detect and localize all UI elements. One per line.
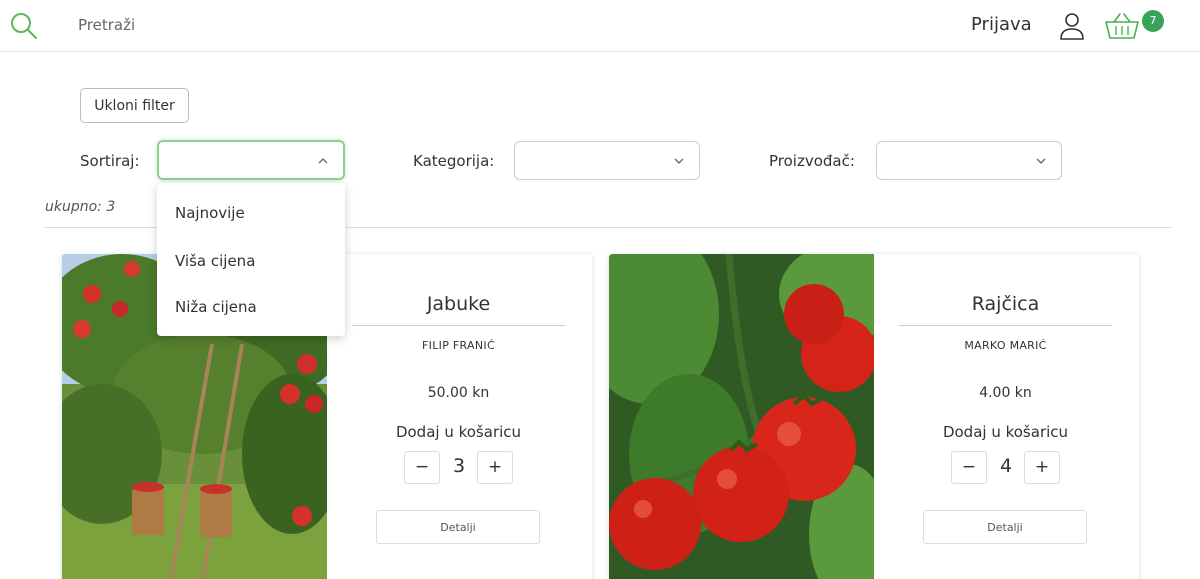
chevron-up-icon	[318, 158, 328, 164]
sort-label: Sortiraj:	[80, 152, 140, 170]
sort-select[interactable]	[157, 140, 345, 180]
product-title: Jabuke	[426, 293, 491, 315]
top-bar: Pretraži Prijava 7	[0, 0, 1200, 52]
sort-option-newest[interactable]: Najnovije	[175, 204, 245, 222]
quantity-value: 4	[999, 455, 1013, 477]
producer-select[interactable]	[876, 141, 1062, 180]
add-to-cart-label: Dodaj u košaricu	[395, 423, 522, 441]
category-select[interactable]	[514, 141, 700, 180]
quantity-decrease-button[interactable]: −	[404, 451, 440, 484]
clear-filter-button[interactable]: Ukloni filter	[80, 88, 189, 123]
title-divider	[899, 325, 1112, 326]
details-button[interactable]: Detalji	[376, 510, 540, 544]
product-producer: FILIP FRANIĆ	[422, 339, 495, 352]
sort-option-price-low[interactable]: Niža cijena	[175, 298, 257, 316]
sort-dropdown-menu: Najnovije Viša cijena Niža cijena	[157, 183, 345, 336]
product-title: Rajčica	[971, 293, 1040, 315]
login-link[interactable]: Prijava	[971, 14, 1032, 35]
details-button[interactable]: Detalji	[923, 510, 1087, 544]
cart-count-badge: 7	[1142, 10, 1164, 32]
basket-icon[interactable]	[1104, 12, 1140, 40]
user-icon[interactable]	[1058, 11, 1086, 41]
producer-label: Proizvođač:	[769, 152, 855, 170]
search-input[interactable]: Pretraži	[78, 16, 135, 34]
title-divider	[352, 325, 565, 326]
chevron-down-icon	[1036, 158, 1046, 164]
product-card: Rajčica MARKO MARIĆ 4.00 kn Dodaj u koša…	[609, 254, 1139, 579]
product-producer: MARKO MARIĆ	[964, 339, 1047, 352]
product-price: 50.00 kn	[427, 385, 490, 401]
quantity-decrease-button[interactable]: −	[951, 451, 987, 484]
tomato-image[interactable]	[609, 254, 874, 579]
category-label: Kategorija:	[413, 152, 495, 170]
quantity-value: 3	[452, 455, 466, 477]
add-to-cart-label: Dodaj u košaricu	[942, 423, 1069, 441]
quantity-increase-button[interactable]: +	[477, 451, 513, 484]
product-price: 4.00 kn	[979, 385, 1032, 401]
sort-option-price-high[interactable]: Viša cijena	[175, 252, 255, 270]
results-total: ukupno: 3	[45, 199, 116, 215]
quantity-increase-button[interactable]: +	[1024, 451, 1060, 484]
chevron-down-icon	[674, 158, 684, 164]
search-icon[interactable]	[8, 10, 40, 42]
